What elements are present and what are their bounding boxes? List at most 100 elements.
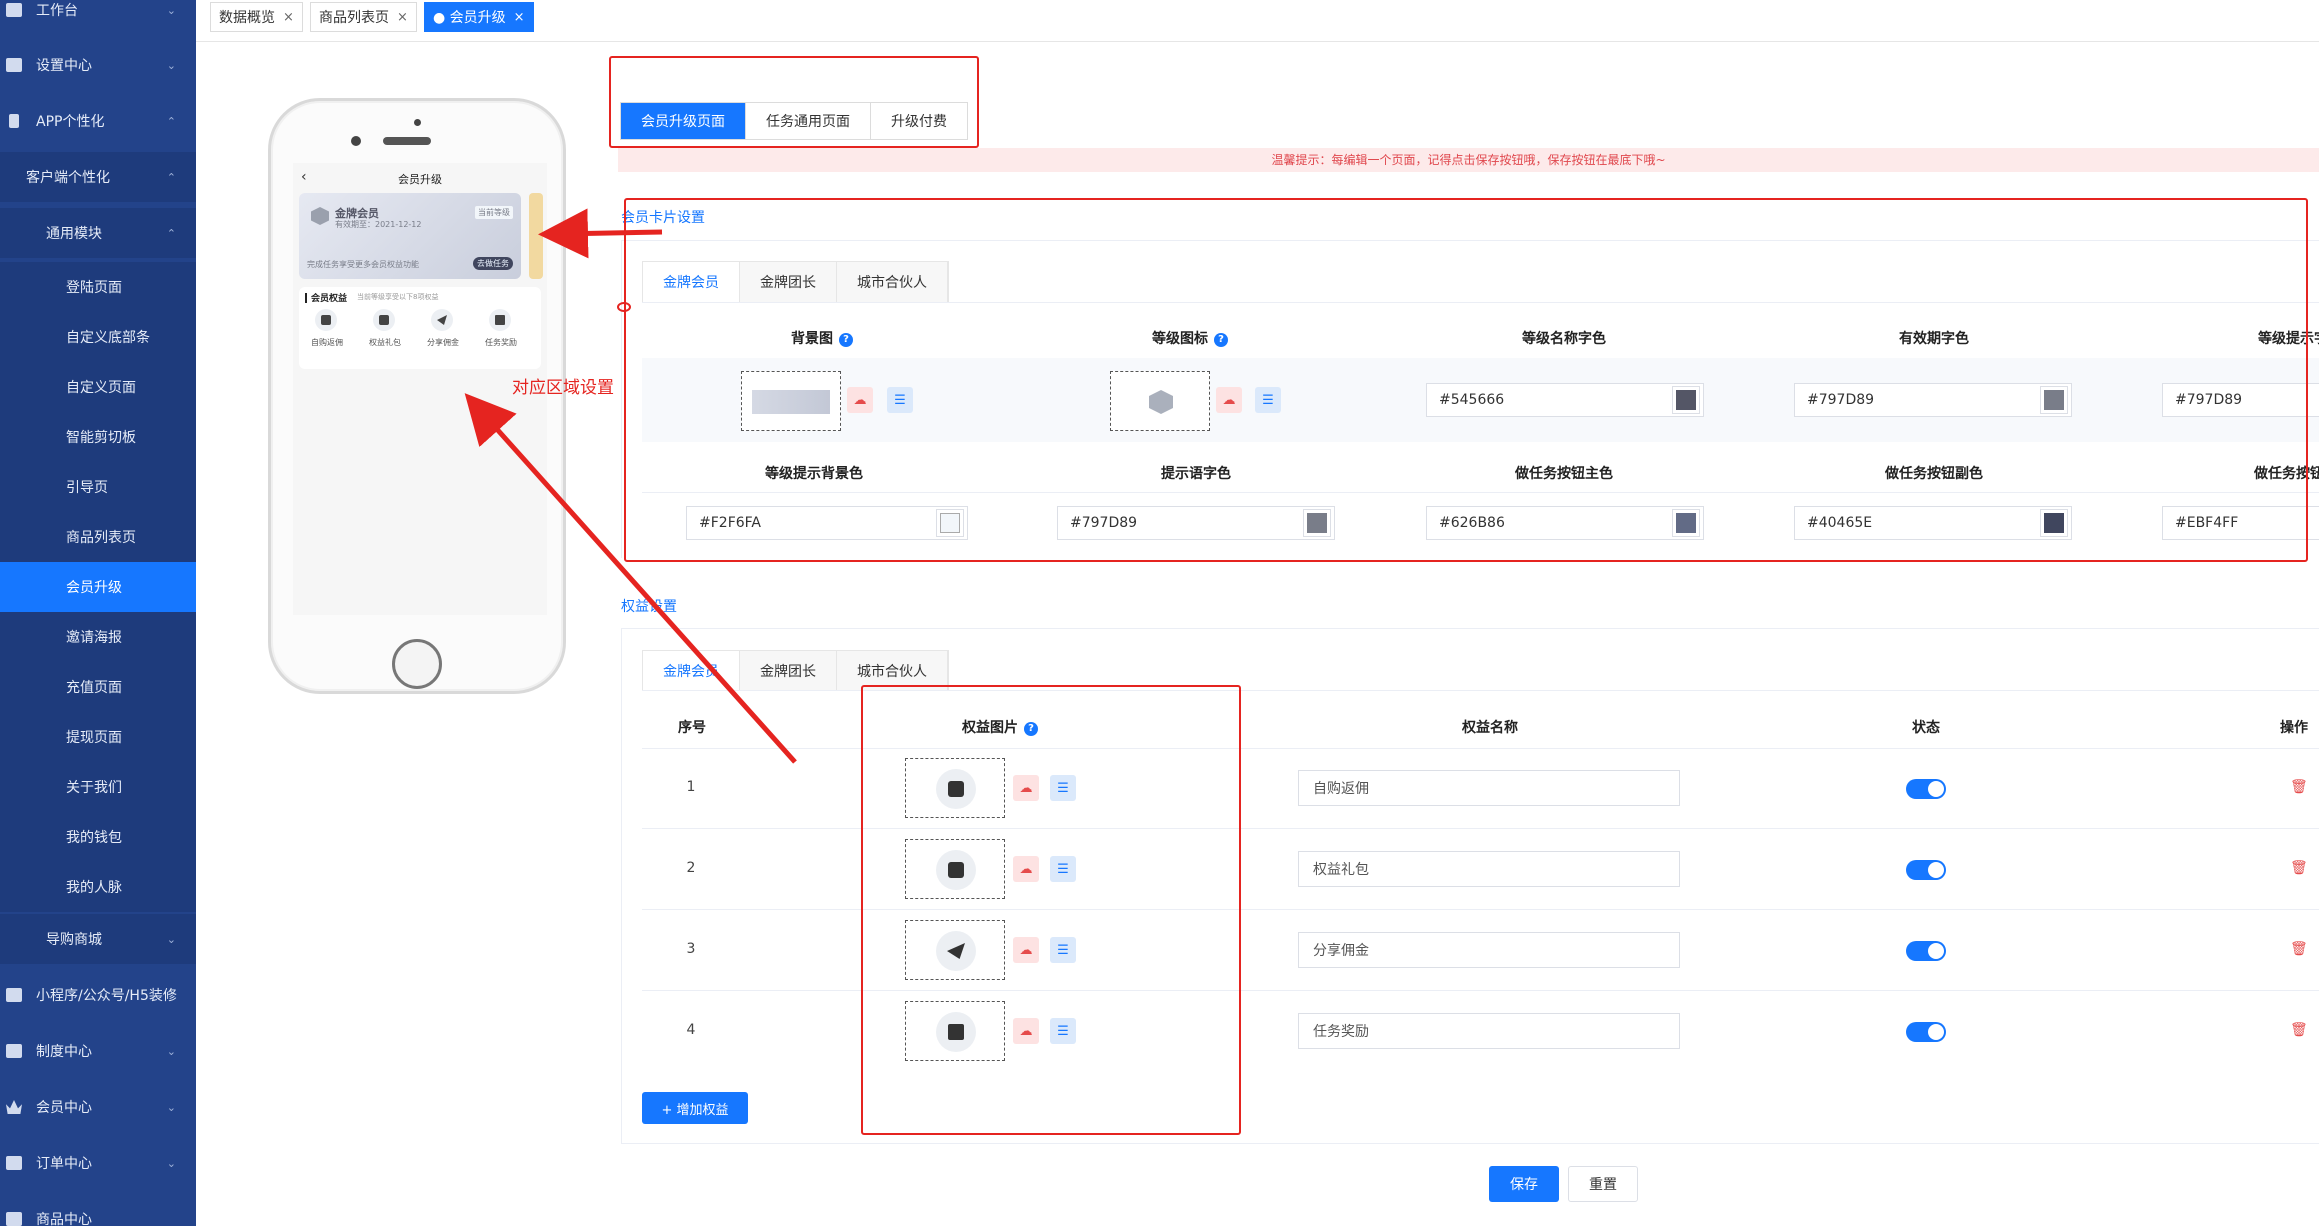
- tab-city-partner[interactable]: 城市合伙人: [837, 651, 948, 691]
- status-toggle[interactable]: [1906, 941, 1946, 961]
- color-swatch[interactable]: [1672, 509, 1700, 537]
- list-icon[interactable]: ☰: [887, 387, 913, 413]
- task-btn-primary-input[interactable]: #626B86: [1426, 506, 1704, 540]
- color-swatch[interactable]: [2040, 509, 2068, 537]
- sidebar-item-miniprogram[interactable]: 小程序/公众号/H5装修: [0, 970, 196, 1020]
- right-image-upload[interactable]: [905, 920, 1005, 980]
- sidebar-item-custom-tabbar[interactable]: 自定义底部条: [0, 312, 196, 362]
- tab-member-upgrade-page[interactable]: 会员升级页面: [621, 103, 746, 139]
- level-tip-color-input[interactable]: #797D89: [2162, 383, 2319, 417]
- product-icon: [6, 1212, 22, 1226]
- right-name-input[interactable]: 分享佣金: [1298, 932, 1680, 968]
- expiry-color-input[interactable]: #797D89: [1794, 383, 2072, 417]
- list-icon[interactable]: ☰: [1050, 937, 1076, 963]
- sidebar-item-smart-clipboard[interactable]: 智能剪切板: [0, 412, 196, 462]
- divider: [642, 302, 2319, 303]
- phone-right-label: 任务奖励: [485, 338, 517, 347]
- row-seq: 1: [686, 779, 696, 795]
- sidebar-item-about[interactable]: 关于我们: [0, 762, 196, 812]
- right-image-upload[interactable]: [905, 839, 1005, 899]
- help-icon[interactable]: ?: [1214, 333, 1228, 347]
- close-icon[interactable]: ×: [397, 10, 408, 25]
- divider: [642, 690, 2319, 691]
- right-name-input[interactable]: 权益礼包: [1298, 851, 1680, 887]
- right-image-upload[interactable]: [905, 1001, 1005, 1061]
- sidebar-item-product-list[interactable]: 商品列表页: [0, 512, 196, 562]
- color-swatch[interactable]: [936, 509, 964, 537]
- sidebar-item-orders[interactable]: 订单中心 ⌄: [0, 1138, 196, 1188]
- help-icon[interactable]: ?: [1024, 722, 1038, 736]
- sidebar-item-guide-page[interactable]: 引导页: [0, 462, 196, 512]
- sidebar-item-label: 充值页面: [66, 680, 122, 696]
- status-toggle[interactable]: [1906, 1022, 1946, 1042]
- list-icon[interactable]: ☰: [1050, 775, 1076, 801]
- reset-button[interactable]: 重置: [1568, 1166, 1638, 1202]
- tab-gold-member[interactable]: 金牌会员: [643, 651, 740, 691]
- upload-icon[interactable]: ☁: [1013, 937, 1039, 963]
- color-swatch[interactable]: [1303, 509, 1331, 537]
- sidebar-item-client-personalize[interactable]: 客户端个性化 ⌃: [0, 152, 196, 202]
- list-icon[interactable]: ☰: [1050, 1018, 1076, 1044]
- level-name-color-input[interactable]: #545666: [1426, 383, 1704, 417]
- sidebar-item-custom-page[interactable]: 自定义页面: [0, 362, 196, 412]
- tip-bg-color-input[interactable]: #F2F6FA: [686, 506, 968, 540]
- sidebar-item-system[interactable]: 制度中心 ⌄: [0, 1026, 196, 1076]
- close-icon[interactable]: ×: [283, 10, 294, 25]
- page-tab-member-upgrade[interactable]: ● 会员升级 ×: [424, 2, 534, 32]
- right-name-input[interactable]: 任务奖励: [1298, 1013, 1680, 1049]
- upload-icon[interactable]: ☁: [1013, 775, 1039, 801]
- add-right-button[interactable]: + 增加权益: [642, 1092, 748, 1124]
- color-value: #797D89: [2175, 392, 2243, 408]
- tab-gold-leader[interactable]: 金牌团长: [740, 262, 837, 302]
- row-seq: 4: [686, 1022, 696, 1038]
- sidebar-item-invite-poster[interactable]: 邀请海报: [0, 612, 196, 662]
- upload-icon[interactable]: ☁: [1216, 387, 1242, 413]
- tip-text-color-input[interactable]: #797D89: [1057, 506, 1335, 540]
- tab-task-common-page[interactable]: 任务通用页面: [746, 103, 871, 139]
- trash-icon[interactable]: 🗑: [2290, 779, 2308, 795]
- level-icon-upload[interactable]: [1110, 371, 1210, 431]
- trash-icon[interactable]: 🗑: [2290, 941, 2308, 957]
- row-seq: 3: [686, 941, 696, 957]
- status-toggle[interactable]: [1906, 779, 1946, 799]
- sidebar-item-guide-mall[interactable]: 导购商城 ⌄: [0, 914, 196, 964]
- sidebar-item-wallet[interactable]: 我的钱包: [0, 812, 196, 862]
- status-toggle[interactable]: [1906, 860, 1946, 880]
- bg-image-upload[interactable]: [741, 371, 841, 431]
- sidebar-item-recharge[interactable]: 充值页面: [0, 662, 196, 712]
- header-tip-bg-color: 等级提示背景色: [765, 466, 863, 482]
- upload-icon[interactable]: ☁: [1013, 1018, 1039, 1044]
- upload-icon[interactable]: ☁: [1013, 856, 1039, 882]
- task-btn-secondary-input[interactable]: #40465E: [1794, 506, 2072, 540]
- sidebar-item-withdraw[interactable]: 提现页面: [0, 712, 196, 762]
- list-icon[interactable]: ☰: [1050, 856, 1076, 882]
- tab-upgrade-payment[interactable]: 升级付费: [871, 103, 967, 139]
- sidebar-item-login-page[interactable]: 登陆页面: [0, 262, 196, 312]
- help-icon[interactable]: ?: [839, 333, 853, 347]
- right-image-upload[interactable]: [905, 758, 1005, 818]
- list-icon[interactable]: ☰: [1255, 387, 1281, 413]
- task-btn-text-input[interactable]: #EBF4FF: [2162, 506, 2319, 540]
- sidebar-item-app-personalize[interactable]: APP个性化 ⌃: [0, 96, 196, 146]
- sidebar-item-settings[interactable]: 设置中心 ⌄: [0, 40, 196, 90]
- trash-icon[interactable]: 🗑: [2290, 860, 2308, 876]
- sidebar-item-member-center[interactable]: 会员中心 ⌄: [0, 1082, 196, 1132]
- page-tab-dashboard[interactable]: 数据概览 ×: [210, 2, 303, 32]
- sidebar-item-member-upgrade[interactable]: 会员升级: [0, 562, 196, 612]
- chevron-down-icon: ⌄: [166, 1044, 176, 1058]
- tab-gold-leader[interactable]: 金牌团长: [740, 651, 837, 691]
- sidebar-item-workbench[interactable]: 工作台 ⌄: [0, 0, 196, 35]
- sidebar-item-products[interactable]: 商品中心: [0, 1194, 196, 1226]
- sidebar-item-network[interactable]: 我的人脉: [0, 862, 196, 912]
- color-swatch[interactable]: [2040, 386, 2068, 414]
- close-icon[interactable]: ×: [514, 10, 525, 25]
- page-tab-product-list[interactable]: 商品列表页 ×: [310, 2, 417, 32]
- color-swatch[interactable]: [1672, 386, 1700, 414]
- sidebar-item-common-module[interactable]: 通用模块 ⌃: [0, 208, 196, 258]
- upload-icon[interactable]: ☁: [847, 387, 873, 413]
- save-button[interactable]: 保存: [1489, 1166, 1559, 1202]
- tab-gold-member[interactable]: 金牌会员: [643, 262, 740, 302]
- tab-city-partner[interactable]: 城市合伙人: [837, 262, 948, 302]
- trash-icon[interactable]: 🗑: [2290, 1022, 2308, 1038]
- right-name-input[interactable]: 自购返佣: [1298, 770, 1680, 806]
